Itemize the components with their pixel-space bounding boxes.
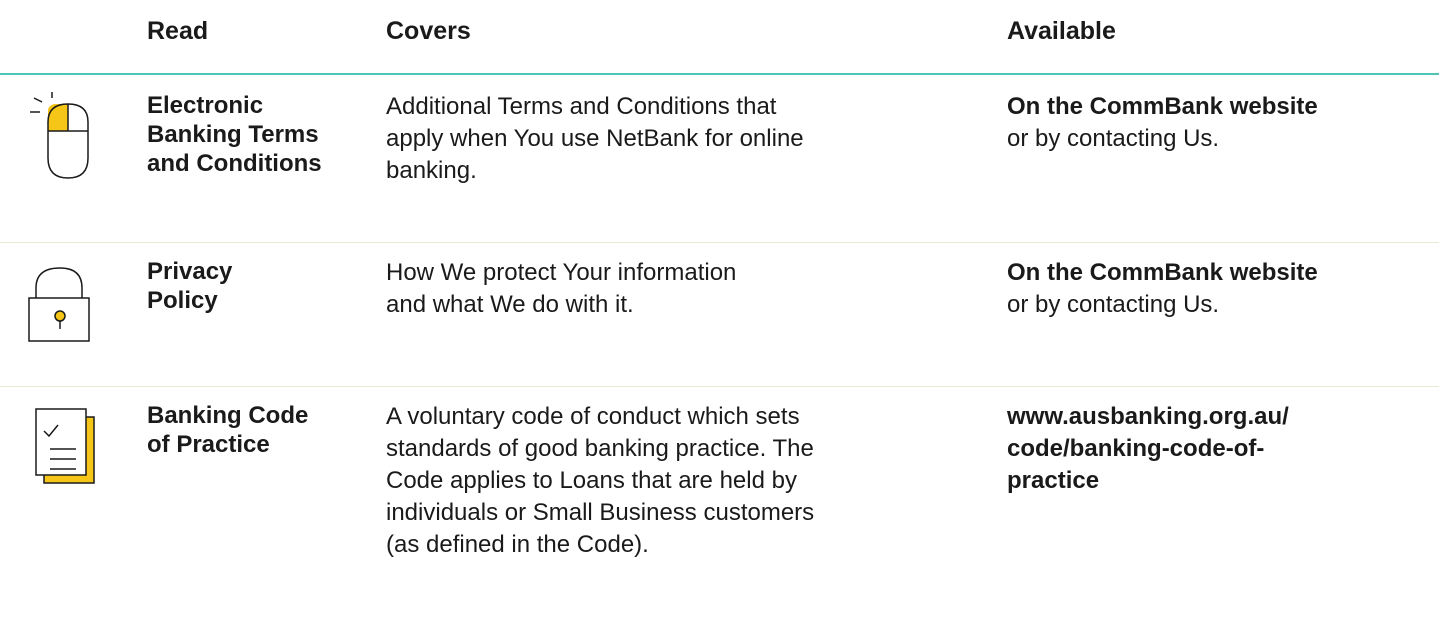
row-title: Privacy Policy — [147, 257, 232, 315]
covers-line: and what We do with it. — [386, 291, 634, 318]
padlock-icon — [24, 258, 104, 353]
title-line: and Conditions — [147, 150, 322, 177]
covers-line: standards of good banking practice. The — [386, 435, 814, 462]
column-header-covers: Covers — [386, 17, 471, 45]
covers-line: Additional Terms and Conditions that — [386, 93, 777, 120]
title-line: of Practice — [147, 431, 270, 458]
title-line: Banking Code — [147, 402, 309, 429]
covers-line: How We protect Your information — [386, 259, 737, 286]
covers-line: individuals or Small Business customers — [386, 499, 815, 526]
available-line: or by contacting Us. — [1007, 125, 1220, 152]
covers-line: A voluntary code of conduct which sets — [386, 403, 800, 430]
table-row-banking-code: Banking Code of Practice A voluntary cod… — [0, 386, 1439, 634]
table-row-electronic-banking: Electronic Banking Terms and Conditions … — [0, 75, 1439, 242]
covers-line: Code applies to Loans that are held by — [386, 467, 797, 494]
document-checklist-icon — [24, 403, 104, 500]
row-title: Banking Code of Practice — [147, 401, 308, 459]
title-line: Electronic — [147, 92, 264, 119]
row-available-text: On the CommBank website or by contacting… — [1007, 91, 1318, 155]
available-line: or by contacting Us. — [1007, 291, 1220, 318]
row-covers-text: Additional Terms and Conditions that app… — [386, 91, 966, 187]
covers-line: banking. — [386, 157, 477, 184]
available-line: code/banking-code-of- — [1007, 435, 1265, 462]
row-title: Electronic Banking Terms and Conditions — [147, 91, 322, 178]
available-line: On the CommBank website — [1007, 93, 1318, 120]
row-covers-text: A voluntary code of conduct which sets s… — [386, 401, 966, 561]
mouse-click-icon — [24, 92, 104, 189]
title-line: Privacy — [147, 258, 233, 285]
available-line: On the CommBank website — [1007, 259, 1318, 286]
covers-line: (as defined in the Code). — [386, 531, 649, 558]
covers-line: apply when You use NetBank for online — [386, 125, 804, 152]
column-header-available: Available — [1007, 17, 1116, 45]
row-available-text: On the CommBank website or by contacting… — [1007, 257, 1318, 321]
available-line: practice — [1007, 467, 1100, 494]
title-line: Policy — [147, 287, 218, 314]
available-line: www.ausbanking.org.au/ — [1007, 403, 1289, 430]
column-header-read: Read — [147, 17, 209, 45]
title-line: Banking Terms — [147, 121, 319, 148]
table-header: Read Covers Available — [0, 0, 1439, 75]
table-row-privacy-policy: Privacy Policy How We protect Your infor… — [0, 242, 1439, 386]
row-covers-text: How We protect Your information and what… — [386, 257, 966, 321]
banking-code-link[interactable]: www.ausbanking.org.au/ code/banking-code… — [1007, 401, 1289, 497]
